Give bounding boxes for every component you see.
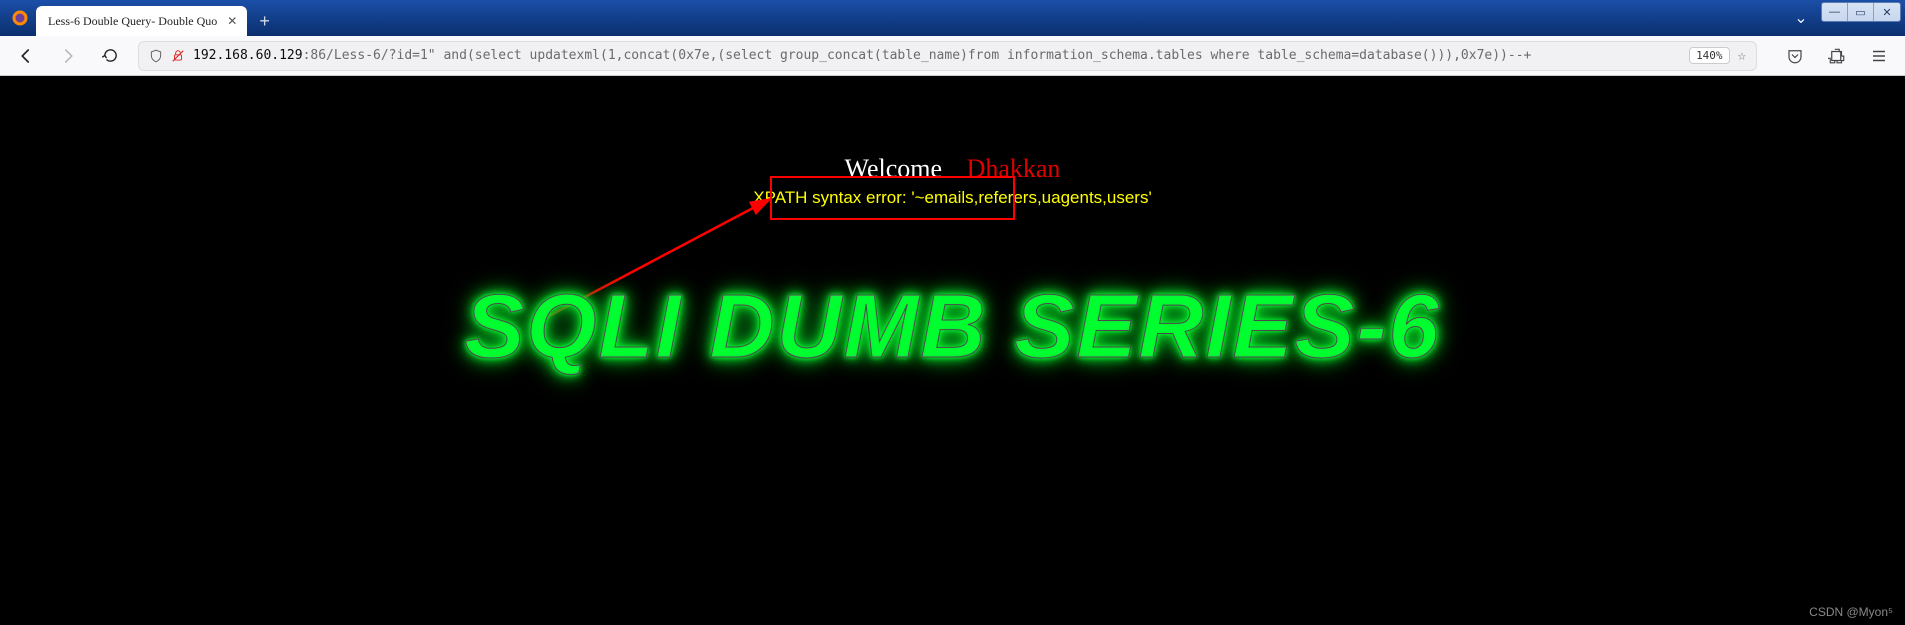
url-path: :86/Less-6/?id=1" and(select updatexml(1… — [303, 48, 1532, 63]
window-controls: — ▭ ✕ — [1821, 2, 1901, 22]
welcome-name: Dhakkan — [967, 154, 1061, 183]
url-host: 192.168.60.129 — [193, 48, 303, 63]
minimize-button[interactable]: — — [1822, 3, 1848, 21]
url-bar[interactable]: 192.168.60.129:86/Less-6/?id=1" and(sele… — [138, 41, 1757, 71]
back-button[interactable] — [12, 42, 40, 70]
app-menu-icon[interactable] — [1865, 42, 1893, 70]
browser-tab[interactable]: Less-6 Double Query- Double Quo ✕ — [36, 6, 247, 36]
insecure-lock-icon — [171, 49, 185, 63]
reload-button[interactable] — [96, 42, 124, 70]
extensions-icon[interactable] — [1823, 42, 1851, 70]
page-content: Welcome Dhakkan XPATH syntax error: '~em… — [0, 76, 1905, 625]
maximize-button[interactable]: ▭ — [1848, 3, 1874, 21]
titlebar-spacer — [282, 0, 1781, 36]
zoom-level-badge[interactable]: 140% — [1689, 47, 1730, 64]
welcome-text: Welcome — [845, 154, 943, 183]
tab-title: Less-6 Double Query- Double Quo — [48, 14, 217, 29]
watermark: CSDN @Myon⁵ — [1809, 605, 1893, 619]
new-tab-button[interactable]: + — [247, 11, 282, 32]
save-to-pocket-icon[interactable] — [1781, 42, 1809, 70]
titlebar-dropdown-icon[interactable]: ⌄ — [1781, 0, 1821, 36]
close-window-button[interactable]: ✕ — [1874, 3, 1900, 21]
window-titlebar: Less-6 Double Query- Double Quo ✕ + ⌄ — … — [0, 0, 1905, 36]
error-prefix: XPATH syntax error: '~ — [753, 188, 924, 207]
error-suffix: ' — [1148, 188, 1151, 207]
page-title-banner: SQLI DUMB SERIES-6 — [0, 276, 1905, 379]
url-text: 192.168.60.129:86/Less-6/?id=1" and(sele… — [193, 48, 1681, 63]
close-tab-icon[interactable]: ✕ — [227, 14, 237, 29]
bookmark-star-icon[interactable]: ☆ — [1738, 48, 1746, 64]
toolbar-right — [1781, 42, 1893, 70]
xpath-error-line: XPATH syntax error: '~emails,referers,ua… — [0, 188, 1905, 208]
forward-button[interactable] — [54, 42, 82, 70]
error-tables: emails,referers,uagents,users — [925, 188, 1149, 207]
welcome-line: Welcome Dhakkan — [0, 154, 1905, 184]
shield-icon — [149, 49, 163, 63]
titlebar-left: Less-6 Double Query- Double Quo ✕ + — [0, 0, 282, 36]
firefox-icon — [10, 8, 30, 28]
browser-toolbar: 192.168.60.129:86/Less-6/?id=1" and(sele… — [0, 36, 1905, 76]
